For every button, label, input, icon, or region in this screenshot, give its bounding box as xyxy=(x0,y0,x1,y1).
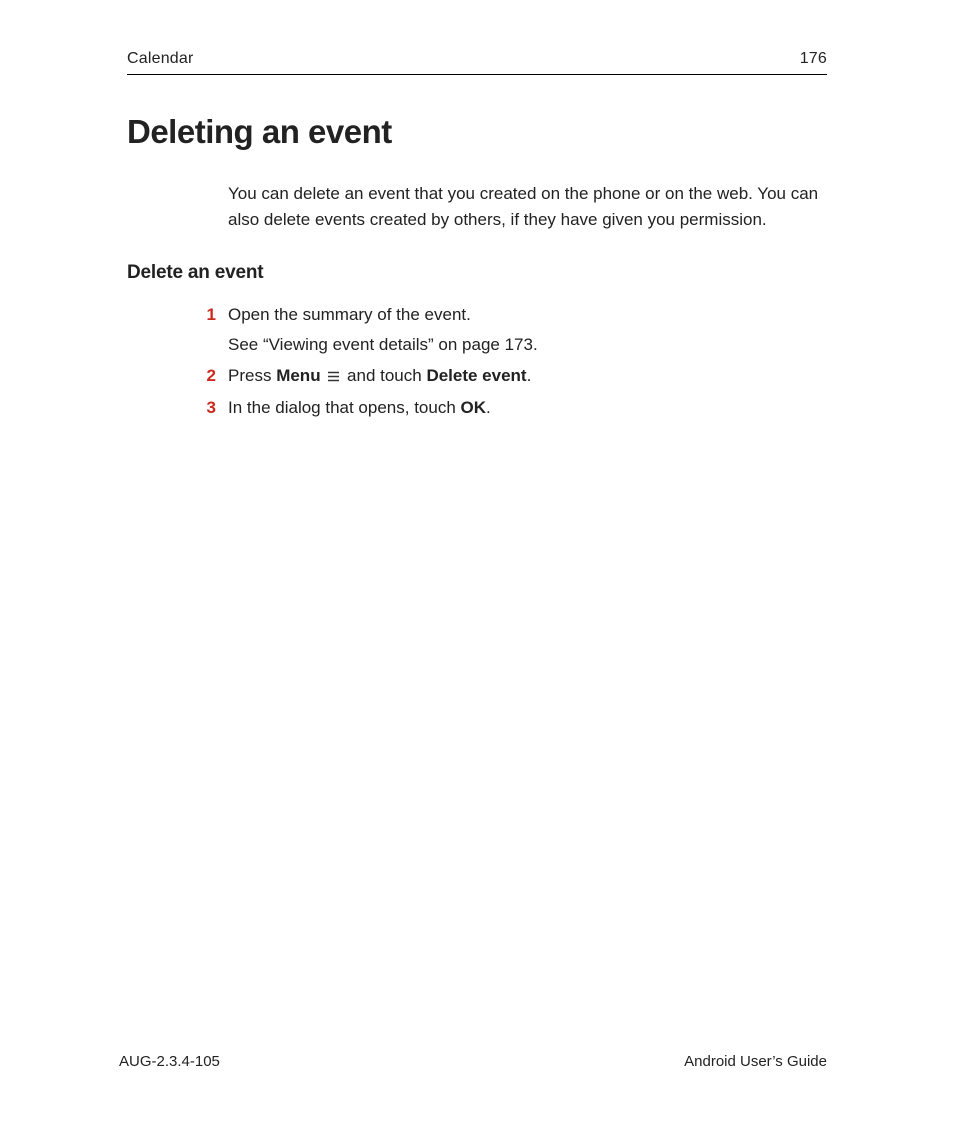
step-1: 1 Open the summary of the event. See “Vi… xyxy=(228,302,827,359)
step-number: 2 xyxy=(192,363,216,389)
step-subtext: See “Viewing event details” on page 173. xyxy=(228,332,827,358)
step-body: Press Menu and touch Delete event. xyxy=(228,363,827,389)
page-title: Deleting an event xyxy=(127,113,827,151)
step-text-mid: and touch xyxy=(342,366,426,385)
page-footer: AUG-2.3.4-105 Android User’s Guide xyxy=(119,1053,827,1070)
step-2: 2 Press Menu and touch Delete event. xyxy=(228,363,827,389)
footer-right: Android User’s Guide xyxy=(684,1053,827,1070)
header-page-number: 176 xyxy=(800,50,827,68)
subheading: Delete an event xyxy=(127,262,827,284)
menu-icon xyxy=(327,371,340,382)
menu-word: Menu xyxy=(276,366,320,385)
ok-word: OK xyxy=(461,398,487,417)
intro-paragraph: You can delete an event that you created… xyxy=(228,181,827,234)
step-text-pre: In the dialog that opens, touch xyxy=(228,398,461,417)
footer-left: AUG-2.3.4-105 xyxy=(119,1053,220,1070)
page-header: Calendar 176 xyxy=(127,50,827,75)
step-text: Open the summary of the event. xyxy=(228,305,471,324)
steps-list: 1 Open the summary of the event. See “Vi… xyxy=(228,302,827,421)
step-number: 3 xyxy=(192,395,216,421)
step-text-pre: Press xyxy=(228,366,276,385)
step-text-post: . xyxy=(527,366,532,385)
header-section: Calendar xyxy=(127,50,194,68)
step-3: 3 In the dialog that opens, touch OK. xyxy=(228,395,827,421)
step-number: 1 xyxy=(192,302,216,328)
step-text-post: . xyxy=(486,398,491,417)
delete-event-word: Delete event xyxy=(426,366,526,385)
page: Calendar 176 Deleting an event You can d… xyxy=(0,0,954,1145)
step-body: In the dialog that opens, touch OK. xyxy=(228,395,827,421)
step-body: Open the summary of the event. See “View… xyxy=(228,302,827,359)
